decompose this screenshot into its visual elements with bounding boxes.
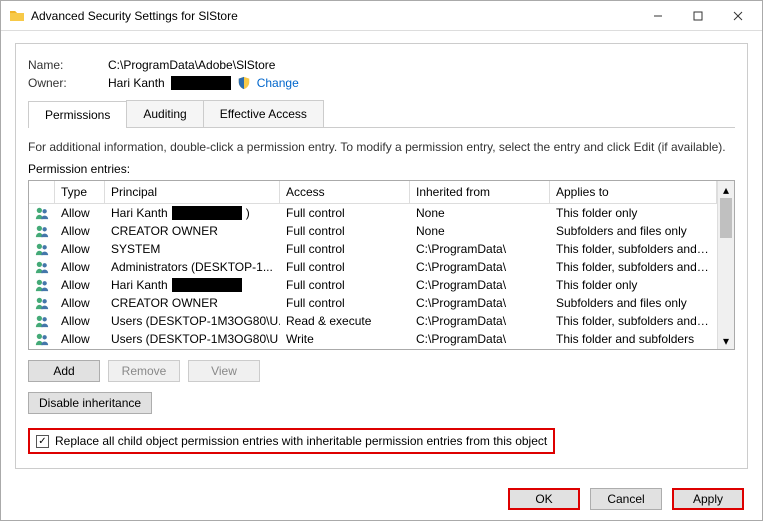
folder-icon	[9, 8, 25, 24]
apply-button[interactable]: Apply	[672, 488, 744, 510]
cell-applies: This folder, subfolders and files	[550, 258, 717, 276]
cell-access: Full control	[280, 276, 410, 294]
cell-inherited: C:\ProgramData\	[410, 312, 550, 330]
user-icon	[29, 258, 55, 276]
cell-type: Allow	[55, 204, 105, 222]
cell-inherited: None	[410, 222, 550, 240]
cell-type: Allow	[55, 240, 105, 258]
cell-inherited: C:\ProgramData\	[410, 276, 550, 294]
replace-children-label: Replace all child object permission entr…	[55, 434, 547, 448]
cell-access: Full control	[280, 258, 410, 276]
user-icon	[29, 330, 55, 348]
info-text: For additional information, double-click…	[28, 140, 735, 154]
window-title: Advanced Security Settings for SlStore	[31, 9, 638, 23]
replace-children-checkbox[interactable]: ✓	[36, 435, 49, 448]
cell-principal: Users (DESKTOP-1M3OG80\U	[105, 330, 280, 348]
cell-principal: Administrators (DESKTOP-1...	[105, 258, 280, 276]
cell-type: Allow	[55, 312, 105, 330]
cell-type: Allow	[55, 276, 105, 294]
cell-applies: This folder, subfolders and files	[550, 312, 717, 330]
tab-permissions[interactable]: Permissions	[28, 101, 127, 128]
cell-applies: This folder, subfolders and files	[550, 240, 717, 258]
cell-access: Full control	[280, 204, 410, 222]
disable-inheritance-button[interactable]: Disable inheritance	[28, 392, 152, 414]
scroll-down-icon[interactable]: ▾	[718, 332, 734, 349]
owner-label: Owner:	[28, 76, 108, 90]
user-icon	[29, 312, 55, 330]
user-icon	[29, 240, 55, 258]
cell-inherited: None	[410, 204, 550, 222]
shield-icon	[237, 76, 251, 90]
user-icon	[29, 222, 55, 240]
cell-applies: Subfolders and files only	[550, 294, 717, 312]
table-row[interactable]: Allow CREATOR OWNER Full control None Su…	[29, 222, 717, 240]
grid-header: Type Principal Access Inherited from App…	[29, 181, 717, 204]
cell-principal: CREATOR OWNER	[105, 294, 280, 312]
col-applies[interactable]: Applies to	[550, 181, 717, 204]
tab-auditing[interactable]: Auditing	[126, 100, 203, 127]
table-row[interactable]: Allow Users (DESKTOP-1M3OG80\U Write C:\…	[29, 330, 717, 348]
table-row[interactable]: Allow SYSTEM Full control C:\ProgramData…	[29, 240, 717, 258]
entries-label: Permission entries:	[28, 162, 735, 176]
cell-principal: SYSTEM	[105, 240, 280, 258]
tab-strip: Permissions Auditing Effective Access	[28, 100, 735, 128]
cell-inherited: C:\ProgramData\	[410, 330, 550, 348]
scroll-thumb[interactable]	[720, 198, 732, 238]
scroll-up-icon[interactable]: ▴	[718, 181, 734, 198]
cell-type: Allow	[55, 222, 105, 240]
cell-access: Full control	[280, 240, 410, 258]
tab-effective-access[interactable]: Effective Access	[203, 100, 324, 127]
col-access[interactable]: Access	[280, 181, 410, 204]
user-icon	[29, 276, 55, 294]
main-panel: Name: C:\ProgramData\Adobe\SlStore Owner…	[15, 43, 748, 469]
col-principal[interactable]: Principal	[105, 181, 280, 204]
ok-button[interactable]: OK	[508, 488, 580, 510]
table-row[interactable]: Allow Administrators (DESKTOP-1... Full …	[29, 258, 717, 276]
cell-access: Full control	[280, 222, 410, 240]
cell-access: Read & execute	[280, 312, 410, 330]
minimize-button[interactable]	[638, 2, 678, 30]
grid-scrollbar[interactable]: ▴ ▾	[717, 181, 734, 349]
dialog-footer: OK Cancel Apply	[508, 488, 744, 510]
cell-inherited: C:\ProgramData\	[410, 294, 550, 312]
cell-type: Allow	[55, 294, 105, 312]
cell-access: Full control	[280, 294, 410, 312]
cell-inherited: C:\ProgramData\	[410, 258, 550, 276]
cell-principal: CREATOR OWNER	[105, 222, 280, 240]
cell-type: Allow	[55, 258, 105, 276]
maximize-button[interactable]	[678, 2, 718, 30]
permission-grid: Type Principal Access Inherited from App…	[28, 180, 735, 350]
cell-applies: This folder only	[550, 276, 717, 294]
replace-children-row: ✓ Replace all child object permission en…	[28, 428, 555, 454]
table-row[interactable]: Allow Users (DESKTOP-1M3OG80\U... Read &…	[29, 312, 717, 330]
cell-principal: Hari Kanth)	[105, 204, 280, 222]
cell-inherited: C:\ProgramData\	[410, 240, 550, 258]
table-row[interactable]: Allow CREATOR OWNER Full control C:\Prog…	[29, 294, 717, 312]
change-owner-link[interactable]: Change	[257, 76, 299, 90]
title-bar: Advanced Security Settings for SlStore	[1, 1, 762, 31]
table-row[interactable]: Allow Hari Kanth) Full control None This…	[29, 204, 717, 222]
remove-button: Remove	[108, 360, 180, 382]
close-button[interactable]	[718, 2, 758, 30]
view-button: View	[188, 360, 260, 382]
cell-applies: This folder and subfolders	[550, 330, 717, 348]
cell-type: Allow	[55, 330, 105, 348]
user-icon	[29, 204, 55, 222]
cell-principal: Hari Kanth	[105, 276, 280, 294]
cell-applies: This folder only	[550, 204, 717, 222]
name-label: Name:	[28, 58, 108, 72]
table-row[interactable]: Allow Hari Kanth Full control C:\Program…	[29, 276, 717, 294]
col-type[interactable]: Type	[55, 181, 105, 204]
cell-access: Write	[280, 330, 410, 348]
owner-redacted	[171, 76, 231, 90]
name-value: C:\ProgramData\Adobe\SlStore	[108, 58, 275, 72]
cell-applies: Subfolders and files only	[550, 222, 717, 240]
col-inherited[interactable]: Inherited from	[410, 181, 550, 204]
cell-principal: Users (DESKTOP-1M3OG80\U...	[105, 312, 280, 330]
cancel-button[interactable]: Cancel	[590, 488, 662, 510]
user-icon	[29, 294, 55, 312]
owner-value: Hari Kanth	[108, 76, 165, 90]
add-button[interactable]: Add	[28, 360, 100, 382]
